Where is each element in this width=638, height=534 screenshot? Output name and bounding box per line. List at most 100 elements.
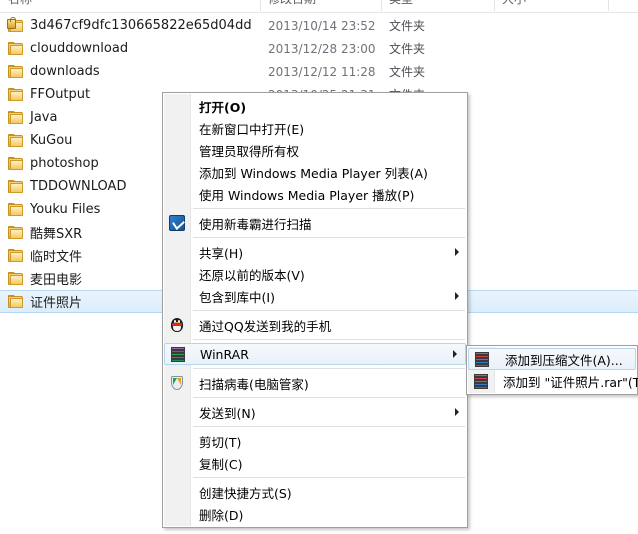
- submenu-item[interactable]: 添加到 "证件照片.rar"(T): [467, 370, 638, 392]
- menu-item[interactable]: 管理员取得所有权: [163, 139, 467, 161]
- file-name-cell: TDDOWNLOAD: [8, 179, 126, 194]
- file-name-label: 临时文件: [30, 250, 83, 265]
- table-row[interactable]: 3d467cf9dfc130665822e65d04dd 2013/10/14 2…: [0, 14, 638, 37]
- menu-separator: [193, 237, 465, 238]
- menu-item[interactable]: 共享(H): [163, 241, 467, 263]
- menu-item-label: 复制(C): [199, 456, 243, 472]
- chevron-right-icon: [455, 292, 459, 300]
- file-type-cell: 文件夹: [389, 42, 426, 56]
- file-name-cell: 证件照片: [8, 292, 82, 311]
- menu-item-label: 共享(H): [199, 245, 244, 261]
- menu-item[interactable]: 使用 Windows Media Player 播放(P): [163, 183, 467, 205]
- folder-icon: [8, 294, 24, 309]
- chevron-right-icon: [453, 350, 457, 358]
- menu-item-label: 剪切(T): [199, 434, 242, 450]
- winrar-submenu[interactable]: 添加到压缩文件(A)... 添加到 "证件照片.rar"(T): [466, 345, 638, 395]
- context-menu[interactable]: 打开(O) 在新窗口中打开(E) 管理员取得所有权添加到 Windows Media…: [162, 92, 468, 528]
- chevron-right-icon: [455, 248, 459, 256]
- menu-separator: [193, 477, 465, 478]
- column-divider[interactable]: [608, 0, 609, 11]
- file-name-label: FFOutput: [30, 87, 91, 102]
- winrar-icon: [473, 373, 489, 389]
- menu-item-label: 创建快捷方式(S): [199, 485, 292, 501]
- menu-item[interactable]: 创建快捷方式(S): [163, 481, 467, 503]
- menu-item-label: 发送到(N): [199, 405, 256, 421]
- menu-item[interactable]: 发送到(N): [163, 401, 467, 423]
- file-name-cell: 临时文件: [8, 246, 82, 265]
- menu-item[interactable]: 复制(C): [163, 452, 467, 474]
- column-divider[interactable]: [494, 0, 495, 11]
- file-type-cell: 文件夹: [389, 65, 426, 79]
- folder-icon: [8, 179, 24, 194]
- folder-icon: [8, 133, 24, 148]
- menu-item-label: 管理员取得所有权: [199, 143, 300, 159]
- folder-icon: [8, 41, 24, 56]
- menu-item[interactable]: 打开(O): [163, 95, 467, 117]
- menu-item[interactable]: 使用新毒霸进行扫描: [163, 212, 467, 234]
- file-name-label: 酷舞SXR: [30, 227, 83, 242]
- submenu-item-label: 添加到 "证件照片.rar"(T): [503, 374, 638, 390]
- folder-icon: [8, 156, 24, 171]
- file-name-label: 麦田电影: [30, 273, 83, 288]
- menu-item[interactable]: 添加到 Windows Media Player 列表(A): [163, 161, 467, 183]
- file-name-label: downloads: [30, 64, 100, 79]
- menu-item-label: 在新窗口中打开(E): [199, 121, 305, 137]
- file-name-label: clouddownload: [30, 41, 129, 56]
- file-name-cell: 酷舞SXR: [8, 223, 82, 242]
- menu-item-label: 删除(D): [199, 507, 244, 523]
- column-header-name[interactable]: 名称: [8, 0, 32, 7]
- explorer-window: 名称 修改日期 类型 大小 3d467cf9dfc130665822e65d04…: [0, 0, 638, 534]
- menu-item[interactable]: 包含到库中(I): [163, 285, 467, 307]
- column-header-date-modified[interactable]: 修改日期: [268, 0, 316, 7]
- menu-item[interactable]: 在新窗口中打开(E): [163, 117, 467, 139]
- menu-item-label: 扫描病毒(电脑管家): [199, 376, 309, 392]
- file-name-label: 证件照片: [30, 296, 83, 311]
- folder-locked-icon: [7, 16, 24, 33]
- file-name-cell: FFOutput: [8, 87, 90, 102]
- column-header-type[interactable]: 类型: [389, 0, 413, 7]
- menu-item[interactable]: 还原以前的版本(V): [163, 263, 467, 285]
- menu-item-label: 包含到库中(I): [199, 289, 275, 305]
- table-row[interactable]: clouddownload 2013/12/28 23:00 文件夹: [0, 37, 638, 60]
- menu-item-label: 使用 Windows Media Player 播放(P): [199, 187, 415, 203]
- menu-item-label: 打开(O): [199, 99, 247, 115]
- file-name-label: photoshop: [30, 156, 99, 171]
- folder-icon: [8, 248, 24, 263]
- menu-item[interactable]: 通过QQ发送到我的手机: [163, 314, 467, 336]
- folder-icon: [8, 225, 24, 240]
- menu-item-label: 通过QQ发送到我的手机: [199, 318, 332, 334]
- file-name-label: 3d467cf9dfc130665822e65d04dd: [30, 18, 252, 33]
- file-name-cell: 3d467cf9dfc130665822e65d04dd: [7, 16, 252, 33]
- menu-item[interactable]: 删除(D): [163, 503, 467, 525]
- menu-separator: [193, 310, 465, 311]
- menu-item-label: 还原以前的版本(V): [199, 267, 305, 283]
- menu-separator: [193, 208, 465, 209]
- menu-item[interactable]: 剪切(T): [163, 430, 467, 452]
- folder-icon: [8, 271, 24, 286]
- chevron-right-icon: [455, 408, 459, 416]
- menu-item[interactable]: WinRAR: [164, 343, 466, 365]
- folder-icon: [8, 87, 24, 102]
- file-name-label: TDDOWNLOAD: [30, 179, 127, 194]
- table-row[interactable]: downloads 2013/12/12 11:28 文件夹: [0, 60, 638, 83]
- menu-item-label: 添加到 Windows Media Player 列表(A): [199, 165, 428, 181]
- submenu-item[interactable]: 添加到压缩文件(A)...: [468, 348, 636, 370]
- column-header-row: 名称 修改日期 类型 大小: [0, 0, 638, 13]
- file-name-cell: 麦田电影: [8, 269, 82, 288]
- file-name-cell: KuGou: [8, 133, 72, 148]
- menu-separator: [193, 339, 465, 340]
- file-name-label: Youku Files: [30, 202, 101, 217]
- folder-icon: [8, 64, 24, 79]
- column-divider[interactable]: [381, 0, 382, 11]
- column-header-size[interactable]: 大小: [502, 0, 526, 7]
- menu-item[interactable]: 扫描病毒(电脑管家): [163, 372, 467, 394]
- file-name-cell: Java: [8, 110, 57, 125]
- file-name-cell: photoshop: [8, 156, 99, 171]
- menu-separator: [193, 397, 465, 398]
- submenu-item-label: 添加到压缩文件(A)...: [505, 352, 623, 368]
- folder-icon: [8, 202, 24, 217]
- menu-item-label: WinRAR: [200, 346, 249, 362]
- kingsoft-antivirus-icon: [169, 215, 185, 231]
- column-divider[interactable]: [260, 0, 261, 11]
- file-type-cell: 文件夹: [389, 19, 426, 33]
